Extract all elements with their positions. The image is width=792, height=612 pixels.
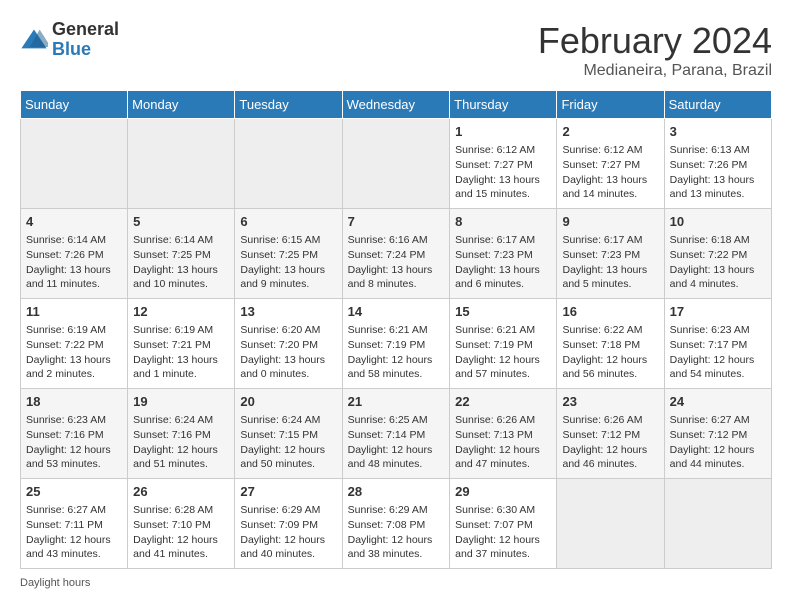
calendar-row-1: 1 Sunrise: 6:12 AM Sunset: 7:27 PM Dayli… xyxy=(21,119,772,209)
day-24: 24 Sunrise: 6:27 AM Sunset: 7:12 PM Dayl… xyxy=(664,389,771,479)
day-2: 2 Sunrise: 6:12 AM Sunset: 7:27 PM Dayli… xyxy=(557,119,664,209)
logo: General Blue xyxy=(20,20,119,60)
title-block: February 2024 Medianeira, Parana, Brazil xyxy=(538,20,772,80)
logo-blue-text: Blue xyxy=(52,39,91,59)
day-21: 21 Sunrise: 6:25 AM Sunset: 7:14 PM Dayl… xyxy=(342,389,450,479)
day-6: 6 Sunrise: 6:15 AM Sunset: 7:25 PM Dayli… xyxy=(235,209,342,299)
location-title: Medianeira, Parana, Brazil xyxy=(538,62,772,80)
day-4: 4 Sunrise: 6:14 AM Sunset: 7:26 PM Dayli… xyxy=(21,209,128,299)
logo-general-text: General xyxy=(52,19,119,39)
footer: Daylight hours xyxy=(20,577,772,589)
calendar-row-2: 4 Sunrise: 6:14 AM Sunset: 7:26 PM Dayli… xyxy=(21,209,772,299)
header-wednesday: Wednesday xyxy=(342,91,450,119)
empty-cell xyxy=(21,119,128,209)
empty-cell xyxy=(342,119,450,209)
page-header: General Blue February 2024 Medianeira, P… xyxy=(20,20,772,80)
day-12: 12 Sunrise: 6:19 AM Sunset: 7:21 PM Dayl… xyxy=(128,299,235,389)
calendar-table: Sunday Monday Tuesday Wednesday Thursday… xyxy=(20,90,772,569)
header-friday: Friday xyxy=(557,91,664,119)
day-13: 13 Sunrise: 6:20 AM Sunset: 7:20 PM Dayl… xyxy=(235,299,342,389)
daylight-label: Daylight hours xyxy=(20,577,90,589)
day-16: 16 Sunrise: 6:22 AM Sunset: 7:18 PM Dayl… xyxy=(557,299,664,389)
header-tuesday: Tuesday xyxy=(235,91,342,119)
header-thursday: Thursday xyxy=(450,91,557,119)
day-5: 5 Sunrise: 6:14 AM Sunset: 7:25 PM Dayli… xyxy=(128,209,235,299)
header-saturday: Saturday xyxy=(664,91,771,119)
day-22: 22 Sunrise: 6:26 AM Sunset: 7:13 PM Dayl… xyxy=(450,389,557,479)
calendar-row-4: 18 Sunrise: 6:23 AM Sunset: 7:16 PM Dayl… xyxy=(21,389,772,479)
day-9: 9 Sunrise: 6:17 AM Sunset: 7:23 PM Dayli… xyxy=(557,209,664,299)
day-8: 8 Sunrise: 6:17 AM Sunset: 7:23 PM Dayli… xyxy=(450,209,557,299)
day-11: 11 Sunrise: 6:19 AM Sunset: 7:22 PM Dayl… xyxy=(21,299,128,389)
day-7: 7 Sunrise: 6:16 AM Sunset: 7:24 PM Dayli… xyxy=(342,209,450,299)
day-27: 27 Sunrise: 6:29 AM Sunset: 7:09 PM Dayl… xyxy=(235,479,342,569)
day-1: 1 Sunrise: 6:12 AM Sunset: 7:27 PM Dayli… xyxy=(450,119,557,209)
day-28: 28 Sunrise: 6:29 AM Sunset: 7:08 PM Dayl… xyxy=(342,479,450,569)
month-title: February 2024 xyxy=(538,20,772,62)
weekday-header-row: Sunday Monday Tuesday Wednesday Thursday… xyxy=(21,91,772,119)
day-20: 20 Sunrise: 6:24 AM Sunset: 7:15 PM Dayl… xyxy=(235,389,342,479)
logo-icon xyxy=(20,26,48,54)
day-14: 14 Sunrise: 6:21 AM Sunset: 7:19 PM Dayl… xyxy=(342,299,450,389)
header-monday: Monday xyxy=(128,91,235,119)
day-19: 19 Sunrise: 6:24 AM Sunset: 7:16 PM Dayl… xyxy=(128,389,235,479)
day-17: 17 Sunrise: 6:23 AM Sunset: 7:17 PM Dayl… xyxy=(664,299,771,389)
day-18: 18 Sunrise: 6:23 AM Sunset: 7:16 PM Dayl… xyxy=(21,389,128,479)
empty-cell xyxy=(128,119,235,209)
empty-cell xyxy=(664,479,771,569)
day-25: 25 Sunrise: 6:27 AM Sunset: 7:11 PM Dayl… xyxy=(21,479,128,569)
day-26: 26 Sunrise: 6:28 AM Sunset: 7:10 PM Dayl… xyxy=(128,479,235,569)
empty-cell xyxy=(235,119,342,209)
day-10: 10 Sunrise: 6:18 AM Sunset: 7:22 PM Dayl… xyxy=(664,209,771,299)
day-23: 23 Sunrise: 6:26 AM Sunset: 7:12 PM Dayl… xyxy=(557,389,664,479)
day-3: 3 Sunrise: 6:13 AM Sunset: 7:26 PM Dayli… xyxy=(664,119,771,209)
day-15: 15 Sunrise: 6:21 AM Sunset: 7:19 PM Dayl… xyxy=(450,299,557,389)
day-29: 29 Sunrise: 6:30 AM Sunset: 7:07 PM Dayl… xyxy=(450,479,557,569)
calendar-row-5: 25 Sunrise: 6:27 AM Sunset: 7:11 PM Dayl… xyxy=(21,479,772,569)
header-sunday: Sunday xyxy=(21,91,128,119)
empty-cell xyxy=(557,479,664,569)
calendar-row-3: 11 Sunrise: 6:19 AM Sunset: 7:22 PM Dayl… xyxy=(21,299,772,389)
